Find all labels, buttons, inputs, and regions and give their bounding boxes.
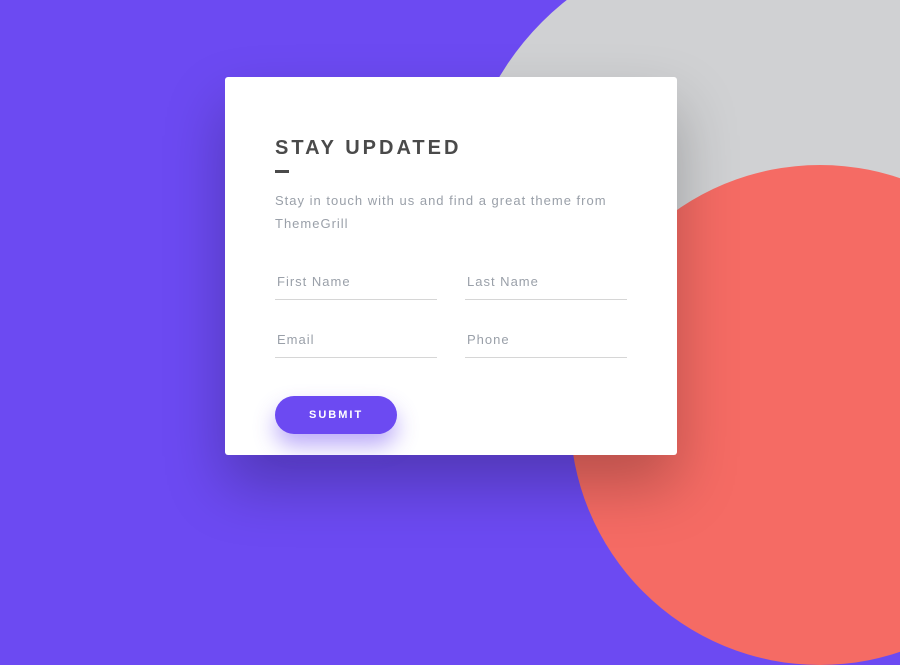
page-title: STAY UPDATED [275,137,627,160]
title-underline [275,170,289,173]
first-name-field-wrapper [275,264,437,300]
last-name-field[interactable] [465,264,627,300]
page-subtitle: Stay in touch with us and find a great t… [275,189,625,236]
phone-field-wrapper [465,322,627,358]
submit-button[interactable]: SUBMIT [275,396,397,434]
email-field[interactable] [275,322,437,358]
first-name-field[interactable] [275,264,437,300]
form-fields [275,264,627,358]
phone-field[interactable] [465,322,627,358]
last-name-field-wrapper [465,264,627,300]
signup-card: STAY UPDATED Stay in touch with us and f… [225,77,677,455]
email-field-wrapper [275,322,437,358]
